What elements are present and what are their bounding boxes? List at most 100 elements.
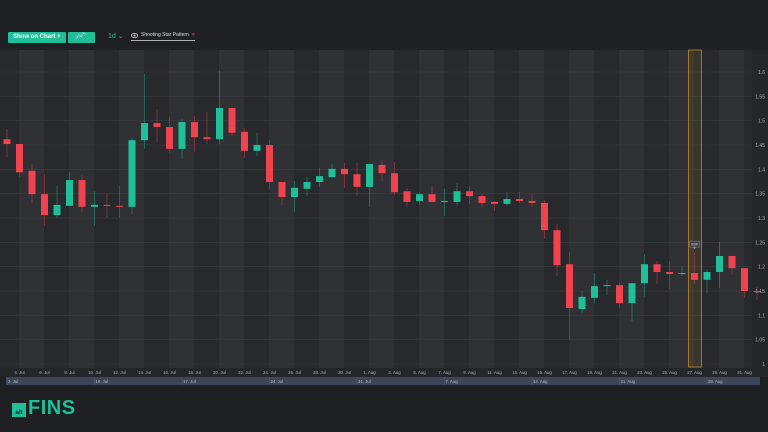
candle-up[interactable] (628, 283, 636, 304)
candle-down[interactable] (191, 122, 198, 138)
close-icon[interactable]: × (192, 32, 195, 38)
candle-up[interactable] (128, 140, 136, 207)
candle-down[interactable] (78, 180, 86, 207)
x-tick-label: 30. Jul (338, 370, 351, 375)
x-tick-label: 29. Aug (712, 370, 727, 375)
x-tick-label: 14. Jul (138, 370, 151, 375)
column-band (619, 50, 644, 368)
navigator-label: 24. Jul (271, 379, 284, 384)
navigator-handle-right[interactable] (760, 377, 762, 385)
candle-up[interactable] (603, 285, 611, 287)
candle-down[interactable] (528, 200, 536, 203)
candle-down[interactable] (466, 191, 473, 197)
candle-down[interactable] (203, 137, 211, 140)
candle-up[interactable] (366, 163, 373, 187)
candle-up[interactable] (716, 255, 723, 273)
navigator-label: 28. Aug (708, 379, 723, 384)
pattern-highlight[interactable] (688, 49, 702, 368)
candle-up[interactable] (178, 122, 186, 149)
candle-down[interactable] (41, 194, 48, 216)
column-band (569, 50, 594, 368)
candle-up[interactable] (303, 181, 311, 189)
candle-down[interactable] (278, 181, 286, 198)
x-tick-label: 9. Aug (463, 370, 476, 375)
y-tick-label: 1.6 (758, 70, 765, 76)
candle-up[interactable] (91, 204, 98, 207)
candle-down[interactable] (116, 205, 123, 207)
candle-up[interactable] (416, 194, 423, 201)
eye-icon[interactable] (131, 32, 138, 38)
candle-down[interactable] (653, 264, 661, 273)
interval-selector[interactable]: 1d ⌄ (108, 32, 124, 40)
candle-up[interactable] (591, 286, 598, 298)
y-tick-label: 1.5 (758, 119, 765, 125)
x-tick-label: 8. Jul (64, 370, 74, 375)
candle-up[interactable] (141, 123, 148, 141)
candle-up[interactable] (441, 200, 448, 202)
candle-up[interactable] (641, 264, 648, 284)
candle-down[interactable] (753, 291, 761, 292)
y-tick-label: 1.45 (755, 143, 765, 149)
candle-down[interactable] (266, 145, 273, 182)
x-tick-label: 20. Jul (213, 370, 226, 375)
candle-down[interactable] (153, 123, 161, 127)
candle-down[interactable] (616, 285, 623, 304)
column-band (219, 50, 244, 368)
candle-up[interactable] (291, 187, 298, 198)
y-tick-label: 1.35 (755, 192, 765, 198)
price-chart[interactable]: 1.61.551.51.451.41.351.31.251.21.151.11.… (0, 0, 768, 432)
candle-down[interactable] (541, 202, 548, 231)
indicators-button[interactable] (67, 31, 95, 43)
candle-down[interactable] (691, 272, 698, 280)
navigator[interactable] (4, 377, 762, 385)
candle-down[interactable] (553, 230, 561, 266)
x-tick-label: 13. Aug (512, 370, 527, 375)
x-tick-label: 10. Jul (88, 370, 101, 375)
pattern-tag[interactable]: Shooting Star Pattern × (131, 32, 195, 41)
x-tick-label: 15. Aug (537, 370, 552, 375)
candle-down[interactable] (428, 194, 436, 202)
candle-up[interactable] (453, 191, 461, 202)
candle-down[interactable] (103, 204, 111, 206)
candle-up[interactable] (578, 296, 586, 310)
candle-up[interactable] (66, 180, 73, 206)
candle-up[interactable] (503, 199, 511, 204)
logo-fins: FINS (28, 397, 76, 419)
x-tick-label: 18. Jul (188, 370, 201, 375)
candle-down[interactable] (341, 168, 348, 175)
candle-up[interactable] (216, 108, 223, 140)
candle-up[interactable] (316, 176, 323, 182)
show-on-chart-button[interactable]: Show on Chart + (8, 31, 66, 43)
navigator-handle-left[interactable] (4, 377, 6, 385)
candle-up[interactable] (703, 272, 711, 280)
candle-down[interactable] (378, 164, 386, 174)
candle-down[interactable] (516, 199, 523, 201)
candle-down[interactable] (28, 170, 36, 195)
y-tick-label: 1.4 (758, 167, 765, 173)
candle-down[interactable] (353, 174, 361, 187)
candle-down[interactable] (166, 126, 173, 149)
x-tick-label: 31. Aug (737, 370, 752, 375)
navigator-label: 17. Jul (183, 379, 196, 384)
candle-down[interactable] (241, 131, 248, 151)
column-band (269, 50, 294, 368)
candle-down[interactable] (403, 191, 411, 202)
candle-up[interactable] (53, 204, 61, 216)
candle-down[interactable] (16, 144, 23, 173)
x-tick-label: 19. Aug (587, 370, 602, 375)
candle-down[interactable] (478, 196, 486, 203)
candle-down[interactable] (566, 264, 573, 309)
candle-down[interactable] (491, 201, 498, 204)
candle-up[interactable] (678, 272, 686, 274)
navigator-label: 21. Aug (621, 379, 636, 384)
candle-up[interactable] (328, 168, 336, 178)
candle-down[interactable] (228, 108, 236, 133)
candle-down[interactable] (728, 255, 736, 269)
candle-down[interactable] (3, 139, 11, 145)
candle-down[interactable] (741, 268, 748, 291)
candle-down[interactable] (391, 173, 398, 193)
x-tick-label: 28. Jul (313, 370, 326, 375)
candle-down[interactable] (666, 272, 673, 274)
candle-up[interactable] (253, 145, 261, 151)
column-band (119, 50, 144, 368)
